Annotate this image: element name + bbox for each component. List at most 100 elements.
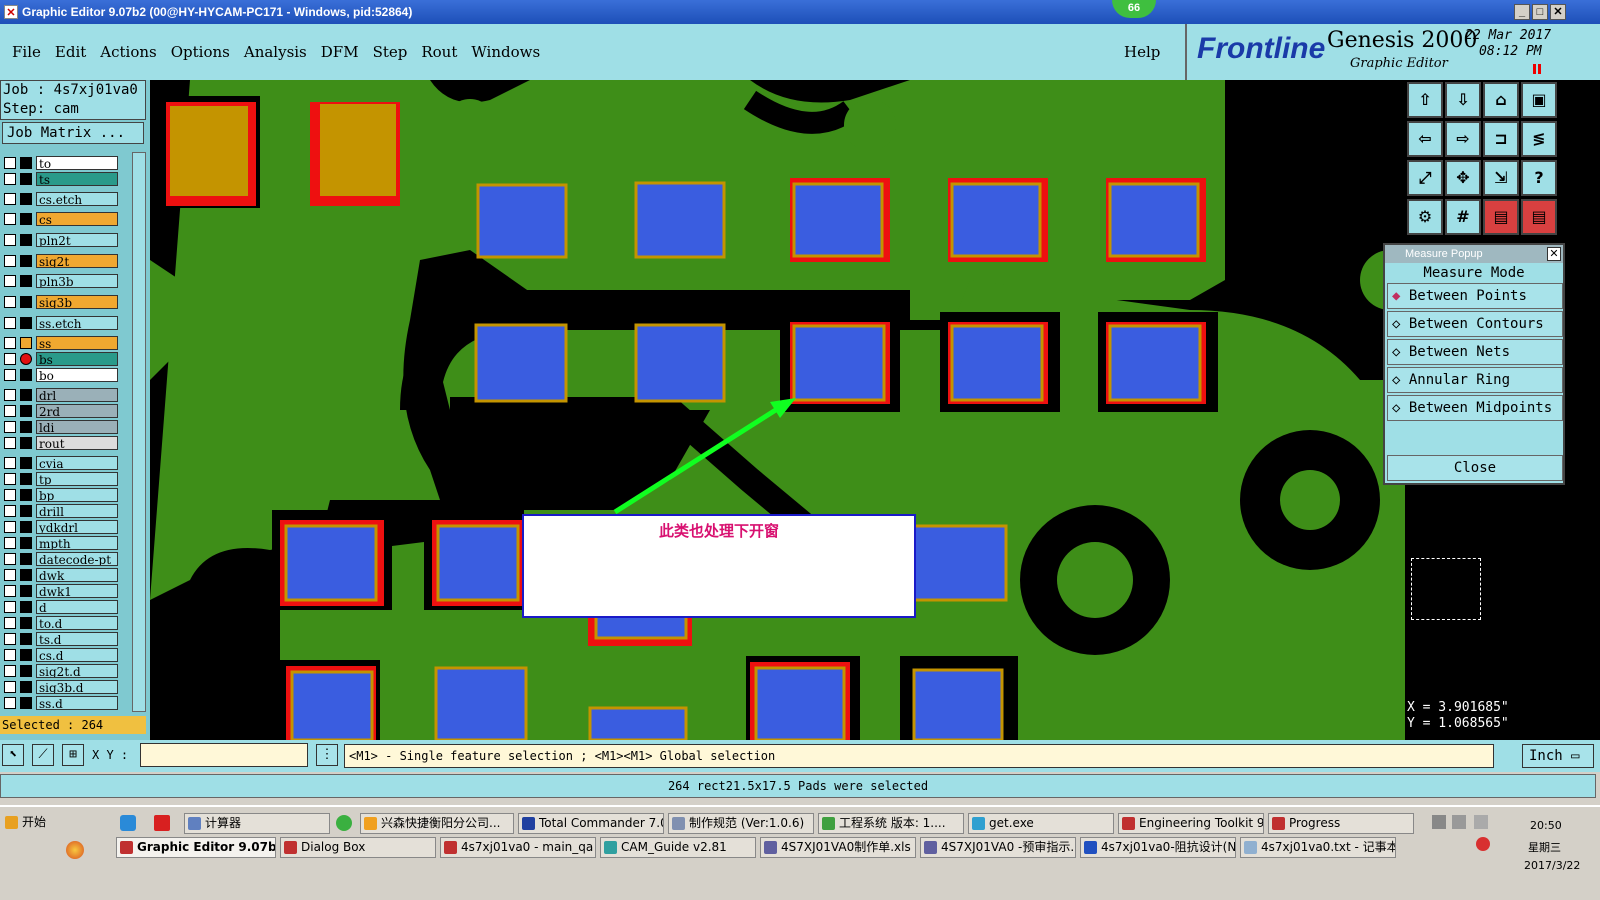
option-between-points[interactable]: ◆ Between Points: [1387, 283, 1563, 309]
task-impedance[interactable]: 4s7xj01va0-阻抗设计(N...: [1080, 837, 1236, 858]
layer-color-swatch[interactable]: [20, 584, 32, 597]
task-cam-guide[interactable]: CAM_Guide v2.81: [600, 837, 756, 858]
menu-rout[interactable]: Rout: [421, 43, 457, 61]
layer-color-swatch[interactable]: [20, 388, 32, 401]
layer-color-swatch[interactable]: [20, 632, 32, 645]
layer-row-cs-d[interactable]: cs.d: [4, 647, 118, 662]
layer-row-sig2t[interactable]: sig2t: [4, 253, 118, 268]
layer-row-cs-etch[interactable]: cs.etch: [4, 191, 118, 206]
layer-checkbox[interactable]: [4, 420, 16, 433]
maximize-button[interactable]: □: [1532, 4, 1548, 20]
layer-checkbox[interactable]: [4, 316, 16, 329]
layer-color-swatch[interactable]: [20, 192, 32, 205]
task-progress[interactable]: Progress: [1268, 813, 1414, 834]
settings-icon[interactable]: ⚙: [1407, 199, 1443, 235]
layer-row-ts[interactable]: ts: [4, 171, 118, 186]
tray-network-icon[interactable]: [1452, 815, 1466, 829]
task-notepad[interactable]: 4s7xj01va0.txt - 记事本: [1240, 837, 1396, 858]
layer-checkbox[interactable]: [4, 600, 16, 613]
layer-checkbox[interactable]: [4, 520, 16, 533]
units-dropdown[interactable]: Inch ▭: [1522, 744, 1594, 768]
apps-icon[interactable]: [66, 841, 84, 859]
layer-color-swatch[interactable]: [20, 664, 32, 677]
task-graphic-editor[interactable]: Graphic Editor 9.07b2 ...: [116, 837, 276, 858]
layer-color-swatch[interactable]: [20, 472, 32, 485]
measure-tool-icon[interactable]: ⟋: [32, 744, 54, 766]
minimize-button[interactable]: _: [1514, 4, 1530, 20]
menu-windows[interactable]: Windows: [471, 43, 540, 61]
layer-row-bo[interactable]: bo: [4, 367, 118, 382]
snap-tool-icon[interactable]: ⊞: [62, 744, 84, 766]
layer-checkbox[interactable]: [4, 352, 16, 365]
layer-checkbox[interactable]: [4, 436, 16, 449]
task-xls[interactable]: 4S7XJ01VA0制作单.xls ...: [760, 837, 916, 858]
pan-left-icon[interactable]: ⇦: [1407, 121, 1443, 157]
task-xingsen[interactable]: 兴森快捷衡阳分公司...: [360, 813, 514, 834]
task-total-commander[interactable]: Total Commander 7.0 ...: [518, 813, 664, 834]
tray-volume-icon[interactable]: [1474, 815, 1488, 829]
center-icon[interactable]: ✥: [1445, 160, 1481, 196]
layer-row-cvia[interactable]: cvia: [4, 455, 118, 470]
layer-checkbox[interactable]: [4, 156, 16, 169]
layer-row-d[interactable]: d: [4, 599, 118, 614]
layer-row-ldi[interactable]: ldi: [4, 419, 118, 434]
layer-color-swatch[interactable]: [20, 552, 32, 565]
grid-icon[interactable]: #: [1445, 199, 1481, 235]
layer-color-swatch[interactable]: [20, 254, 32, 267]
task-prereview[interactable]: 4S7XJ01VA0 -预审指示....: [920, 837, 1076, 858]
layer-row-tp[interactable]: tp: [4, 471, 118, 486]
option-between-nets[interactable]: ◇ Between Nets: [1387, 339, 1563, 365]
layer-row-rout[interactable]: rout: [4, 435, 118, 450]
zoom-home-icon[interactable]: ⇧: [1407, 82, 1443, 118]
zoom-down-icon[interactable]: ⇩: [1445, 82, 1481, 118]
layer-color-swatch[interactable]: [20, 616, 32, 629]
task-get-exe[interactable]: get.exe: [968, 813, 1114, 834]
tray-printer-icon[interactable]: [1432, 815, 1446, 829]
menu-step[interactable]: Step: [373, 43, 408, 61]
pcb-graphics[interactable]: [150, 80, 1405, 740]
fit-icon[interactable]: ⤢: [1407, 160, 1443, 196]
select-tool-icon[interactable]: ⬉: [2, 744, 24, 766]
layer-color-swatch[interactable]: [20, 520, 32, 533]
layer-color-swatch[interactable]: [20, 404, 32, 417]
layer-checkbox[interactable]: [4, 368, 16, 381]
layer-checkbox[interactable]: [4, 584, 16, 597]
window-icon[interactable]: ▣: [1521, 82, 1557, 118]
layer-row-ss-d[interactable]: ss.d: [4, 695, 118, 710]
layer-row-drl[interactable]: drl: [4, 387, 118, 402]
menu-dfm[interactable]: DFM: [321, 43, 359, 61]
layer-row-ydkdrl[interactable]: ydkdrl: [4, 519, 118, 534]
mini-map[interactable]: [1411, 558, 1481, 620]
layer-color-swatch[interactable]: [20, 536, 32, 549]
layer-row-ts-d[interactable]: ts.d: [4, 631, 118, 646]
mirror-icon[interactable]: ⊐: [1483, 121, 1519, 157]
layer-row-2rd[interactable]: 2rd: [4, 403, 118, 418]
layer-row-ss[interactable]: ss: [4, 335, 118, 350]
layer-color-swatch[interactable]: [20, 456, 32, 469]
layer-checkbox[interactable]: [4, 664, 16, 677]
layer-checkbox[interactable]: [4, 680, 16, 693]
menu-help[interactable]: Help: [1124, 43, 1160, 61]
layer-checkbox[interactable]: [4, 388, 16, 401]
layer-color-swatch[interactable]: [20, 696, 32, 709]
option-between-midpoints[interactable]: ◇ Between Midpoints: [1387, 395, 1563, 421]
measure-close-button[interactable]: Close: [1387, 455, 1563, 481]
task-main-qa[interactable]: 4s7xj01va0 - main_qa: [440, 837, 596, 858]
layer-row-datecode-pt[interactable]: datecode-pt: [4, 551, 118, 566]
layer-color-swatch[interactable]: [20, 600, 32, 613]
layer-tool-icon[interactable]: ▤: [1483, 199, 1519, 235]
layer-color-swatch[interactable]: [20, 436, 32, 449]
layer-scrollbar[interactable]: [132, 152, 146, 712]
xy-input[interactable]: [140, 743, 308, 767]
layer-color-swatch[interactable]: [20, 316, 32, 329]
layer-row-pln2t[interactable]: pln2t: [4, 232, 118, 247]
layer-color-swatch[interactable]: [20, 368, 32, 381]
layer-row-ss-etch[interactable]: ss.etch: [4, 315, 118, 330]
layer-checkbox[interactable]: [4, 192, 16, 205]
start-button[interactable]: 开始: [2, 813, 102, 834]
layer-checkbox[interactable]: [4, 648, 16, 661]
job-matrix-button[interactable]: Job Matrix ...: [2, 122, 144, 144]
layer-row-sig2t-d[interactable]: sig2t.d: [4, 663, 118, 678]
task-engineering-toolkit[interactable]: Engineering Toolkit 9....: [1118, 813, 1264, 834]
option-annular-ring[interactable]: ◇ Annular Ring: [1387, 367, 1563, 393]
